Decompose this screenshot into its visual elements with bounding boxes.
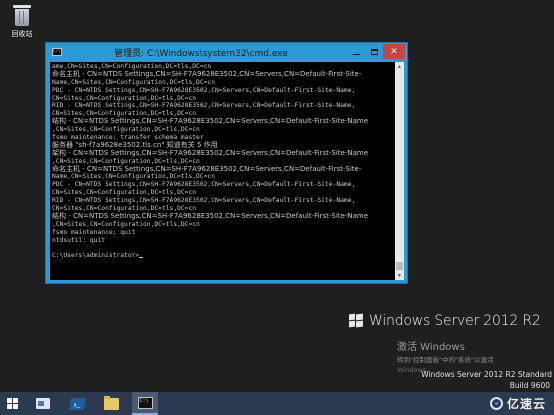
taskbar: ›_ C:\ bbox=[0, 392, 554, 415]
close-icon: ✕ bbox=[390, 46, 398, 56]
start-icon bbox=[6, 398, 18, 409]
window-title: 管理员: C:\Windows\system32\cmd.exe bbox=[114, 49, 288, 59]
watermark: 亿速云 bbox=[489, 395, 546, 412]
minimize-button[interactable] bbox=[347, 44, 365, 59]
console-line: 命名主机 - CN=NTDS Settings,CN=SH-F7A9628E35… bbox=[52, 69, 362, 78]
yisu-logo-icon bbox=[489, 397, 503, 410]
recycle-bin[interactable]: 回收站 bbox=[4, 3, 40, 43]
console-line: Name,CN=Sites,CN=Configuration,DC=tls,DC… bbox=[52, 173, 216, 181]
window-titlebar[interactable]: 管理员: C:\Windows\system32\cmd.exe ✕ bbox=[46, 43, 407, 61]
taskbar-file-explorer[interactable] bbox=[100, 392, 122, 415]
maximize-button[interactable] bbox=[365, 44, 383, 59]
activate-windows-hint: 转到"控制面板"中的"系统"以激活 bbox=[397, 356, 494, 364]
taskbar-cmd[interactable]: C:\ bbox=[132, 392, 158, 415]
console-line: 结构 - CN=NTDS Settings,CN=SH-F7A9628E3502… bbox=[52, 117, 369, 126]
console-line: PDC - CN=NTDS Settings,CN=SH-F7A9628E350… bbox=[52, 181, 356, 189]
powershell-icon: ›_ bbox=[68, 397, 86, 410]
vertical-scrollbar[interactable]: ▲ ▼ bbox=[395, 62, 404, 280]
windows-branding: Windows Server 2012 R2 bbox=[349, 313, 541, 329]
console-line: Name,CN=Sites,CN=Configuration,DC=tls,DC… bbox=[52, 78, 216, 86]
file-explorer-icon bbox=[103, 395, 119, 410]
console-line: PDC - CN=NTDS Settings,CN=SH-F7A9628E350… bbox=[52, 86, 356, 94]
console-line: C:\Users\administrator> bbox=[52, 252, 395, 260]
console-line: RID - CN=NTDS Settings,CN=SH-F7A9628E350… bbox=[52, 102, 356, 110]
console-line: RID - CN=NTDS Settings,CN=SH-F7A9628E350… bbox=[52, 197, 356, 205]
activate-windows-title: 激活 Windows bbox=[397, 342, 465, 353]
console-line: CN=Sites,CN=Configuration,DC=tls,DC=cn bbox=[52, 94, 197, 102]
taskbar-powershell[interactable]: ›_ bbox=[66, 392, 88, 415]
recycle-bin-label: 回收站 bbox=[11, 31, 33, 38]
console-line: 命名主机 - CN=NTDS Settings,CN=SH-F7A9628E35… bbox=[52, 164, 362, 173]
edition-text: Windows Server 2012 R2 Standard bbox=[421, 370, 552, 379]
console-line: 架构 - CN=NTDS Settings,CN=SH-F7A9628E3502… bbox=[52, 148, 369, 157]
console-line: ,CN=Sites,CN=Configuration,DC=tls,DC=cn bbox=[52, 220, 200, 228]
maximize-icon bbox=[370, 48, 378, 55]
console-line: ntdsutil: quit bbox=[52, 236, 106, 244]
text-cursor bbox=[139, 257, 144, 259]
watermark-text: 亿速云 bbox=[506, 397, 546, 411]
minimize-icon bbox=[352, 53, 360, 55]
cmd-icon: C:\ bbox=[137, 396, 153, 409]
console-output[interactable]: ame,CN=Sites,CN=Configuration,DC=tls,DC=… bbox=[50, 62, 395, 280]
console-line: CN=Sites,CN=Configuration,DC=tls,DC=cn bbox=[52, 189, 197, 197]
server-manager-icon bbox=[36, 398, 50, 409]
scroll-up-arrow-icon[interactable]: ▲ bbox=[395, 62, 404, 71]
product-name: Windows Server 2012 R2 bbox=[369, 313, 541, 329]
cmd-window[interactable]: 管理员: C:\Windows\system32\cmd.exe ✕ ame,C… bbox=[45, 42, 408, 284]
taskbar-server-manager[interactable] bbox=[32, 392, 54, 415]
console-line: ,CN=Sites,CN=Configuration,DC=tls,DC=cn bbox=[52, 126, 200, 134]
start-button[interactable] bbox=[0, 392, 24, 415]
console-line: fsmo maintenance: quit bbox=[52, 228, 136, 236]
close-button[interactable]: ✕ bbox=[383, 44, 405, 59]
scroll-down-arrow-icon[interactable]: ▼ bbox=[395, 271, 404, 280]
windows-logo-icon bbox=[349, 313, 363, 328]
console-line: 结构 - CN=NTDS Settings,CN=SH-F7A9628E3502… bbox=[52, 211, 369, 220]
scrollbar-thumb[interactable] bbox=[396, 262, 403, 270]
build-text: Build 9600 bbox=[509, 381, 550, 390]
recycle-bin-icon bbox=[13, 5, 31, 27]
